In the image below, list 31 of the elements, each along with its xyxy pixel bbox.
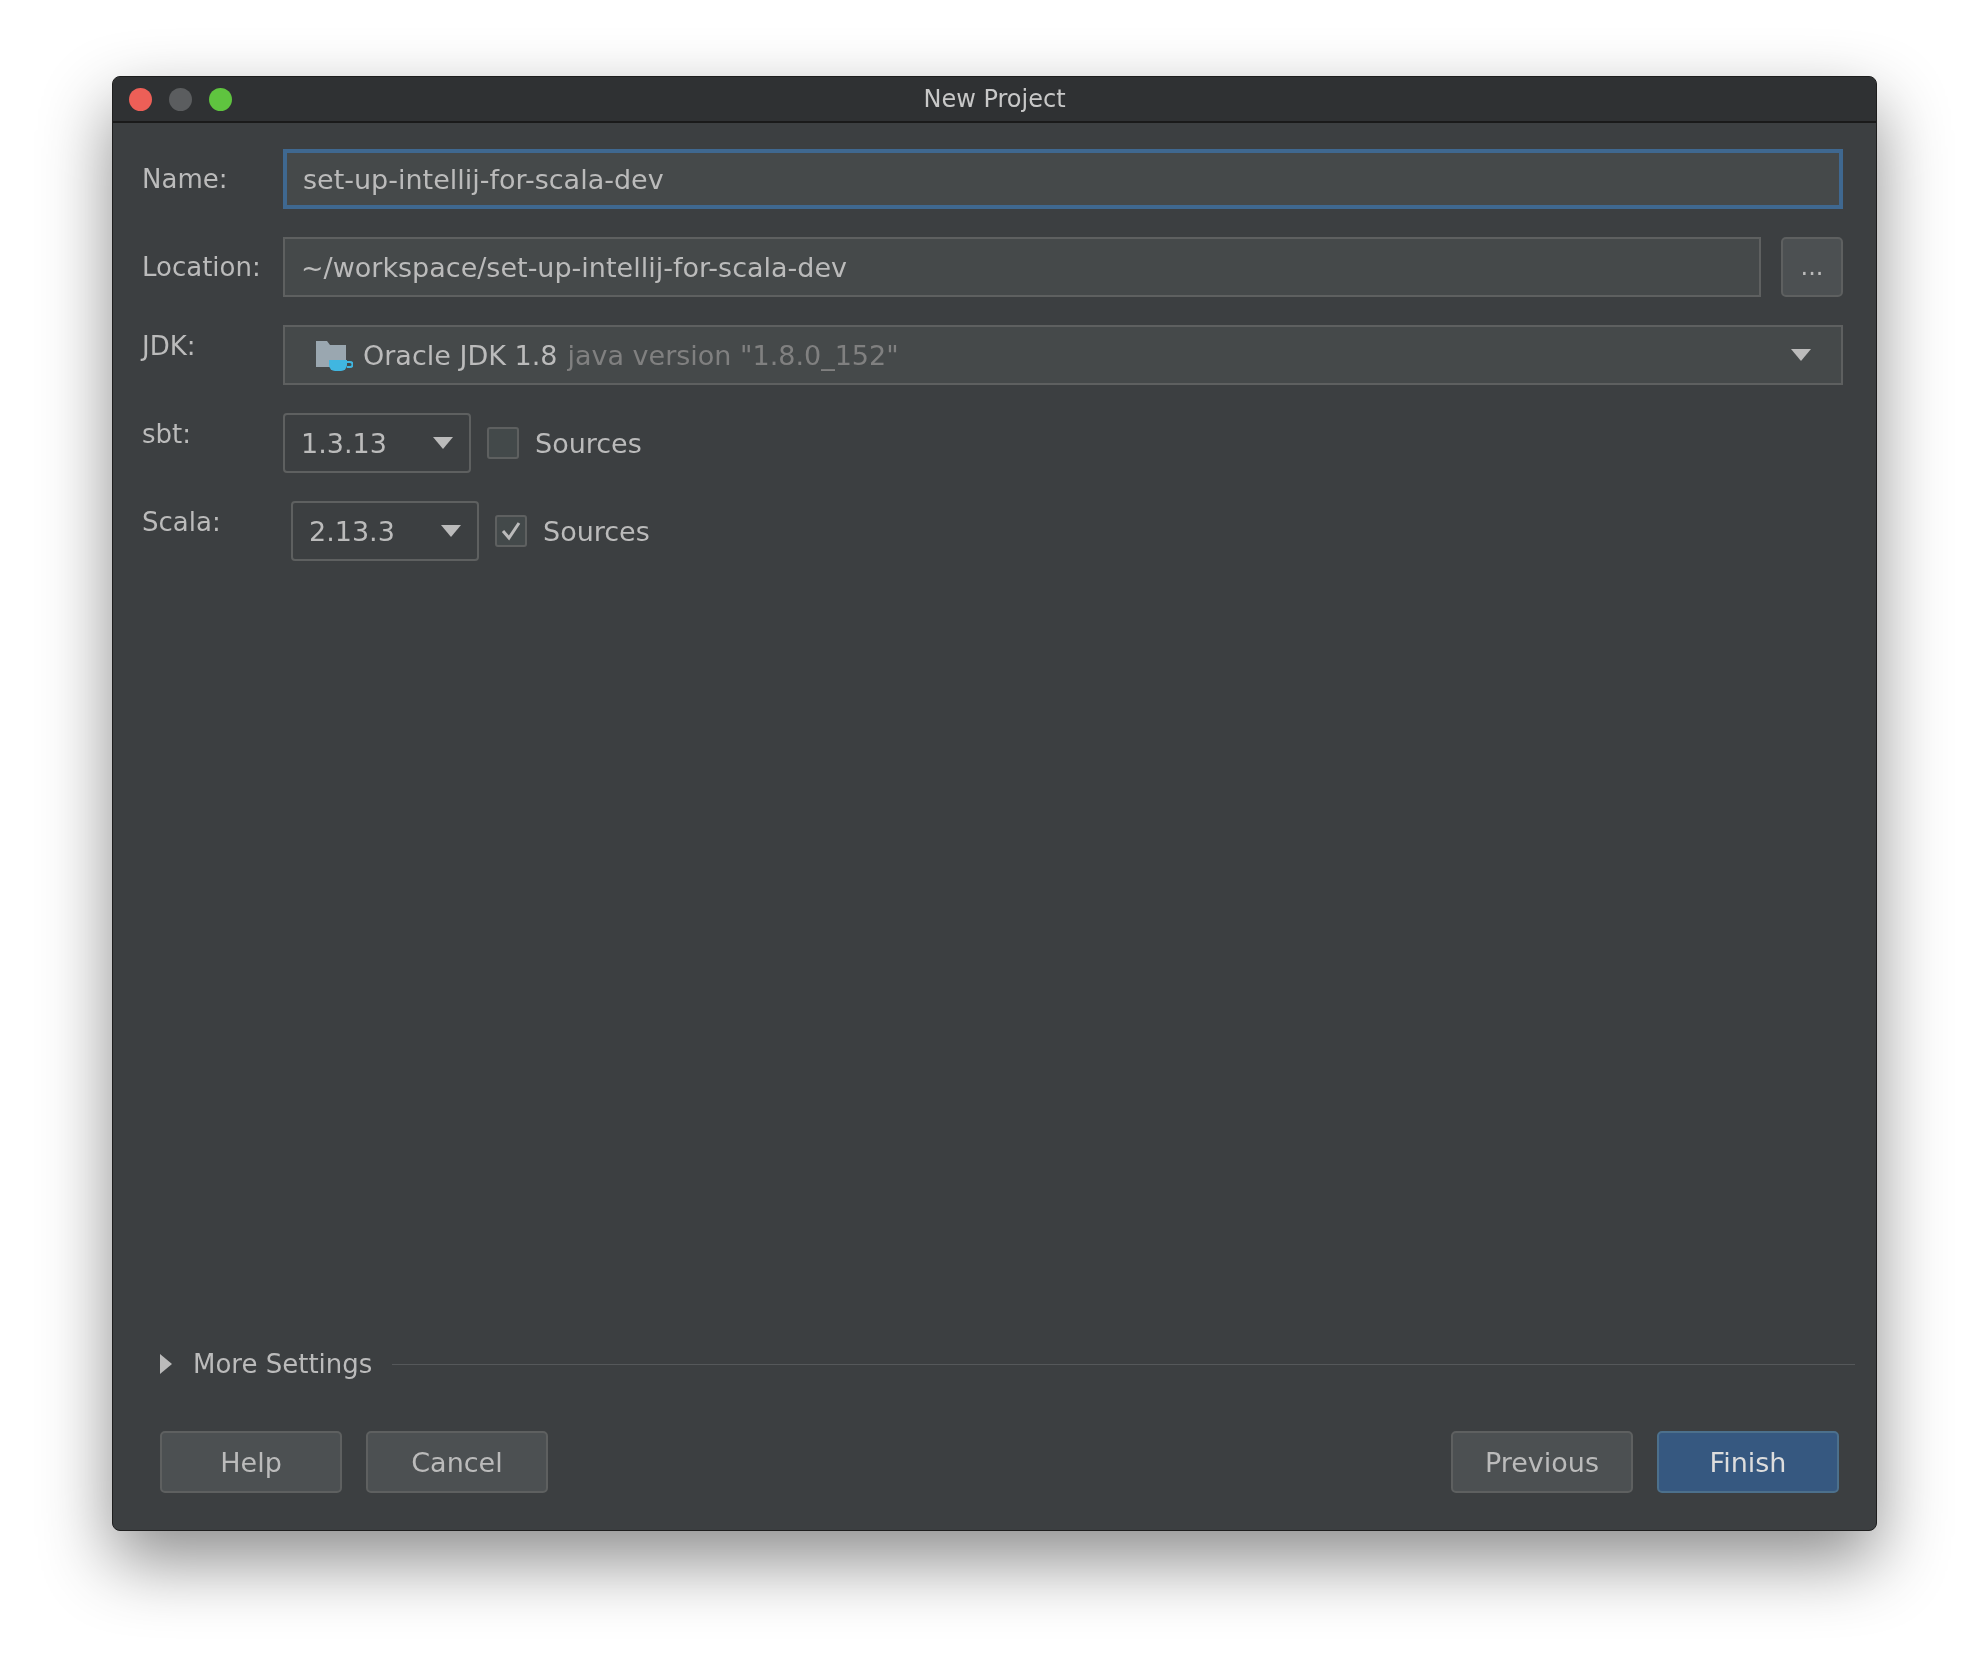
caret-icon: [1791, 349, 1811, 361]
jdk-version: java version "1.8.0_152": [567, 339, 900, 371]
folder-cup-icon: [315, 338, 353, 372]
sources-label: Sources: [535, 427, 642, 459]
location-field[interactable]: ~/workspace/set-up-intellij-for-scala-dev: [283, 237, 1761, 297]
jdk-label: JDK:: [142, 330, 197, 361]
close-icon[interactable]: [129, 88, 152, 111]
jdk-name: Oracle JDK 1.8: [363, 339, 558, 371]
caret-icon: [441, 525, 461, 537]
jdk-dropdown[interactable]: Oracle JDK 1.8 java version "1.8.0_152": [283, 325, 1843, 385]
more-settings-toggle[interactable]: More Settings: [193, 1349, 373, 1379]
sources-checkbox[interactable]: [487, 427, 519, 459]
dialog-button[interactable]: Previous: [1451, 1431, 1633, 1493]
caret-icon: [433, 437, 453, 449]
checkmark-icon: [500, 521, 522, 541]
dialog-button[interactable]: Help: [160, 1431, 342, 1493]
dialog-button[interactable]: Cancel: [366, 1431, 548, 1493]
version-label: sbt:: [142, 418, 192, 449]
name-label: Name:: [142, 164, 229, 194]
name-field[interactable]: set-up-intellij-for-scala-dev: [283, 149, 1843, 209]
browse-button[interactable]: ...: [1781, 237, 1843, 297]
zoom-icon[interactable]: [209, 88, 232, 111]
version-label: Scala:: [142, 506, 222, 537]
default-button[interactable]: Finish: [1657, 1431, 1839, 1493]
sources-label: Sources: [543, 515, 650, 547]
sources-checkbox[interactable]: [495, 515, 527, 547]
location-label: Location:: [142, 252, 262, 282]
window-title: New Project: [923, 85, 1066, 113]
version-dropdown[interactable]: 2.13.3: [291, 501, 479, 561]
expand-arrow-icon[interactable]: [159, 1354, 173, 1374]
version-dropdown[interactable]: 1.3.13: [283, 413, 471, 473]
